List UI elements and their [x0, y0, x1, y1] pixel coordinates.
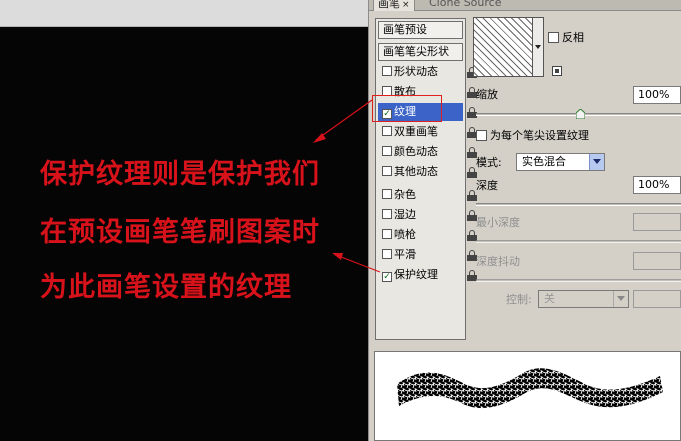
control-select[interactable]: 关	[538, 290, 629, 308]
min-depth-label: 最小深度	[476, 216, 520, 229]
list-item-smoothing[interactable]: 平滑	[378, 246, 463, 264]
control-label: 控制:	[506, 293, 532, 306]
list-item-label: 颜色动态	[394, 145, 438, 158]
texture-highlight-box	[372, 95, 442, 122]
list-item-shape-dynamics[interactable]: 形状动态	[378, 63, 463, 81]
depth-field[interactable]: 100%	[633, 176, 681, 194]
checkbox-airbrush[interactable]	[382, 229, 392, 239]
checkbox-smoothing[interactable]	[382, 249, 392, 259]
mode-select-value: 实色混合	[522, 155, 566, 168]
mode-label: 模式:	[476, 156, 502, 169]
brush-presets-button[interactable]: 画笔预设	[378, 21, 463, 39]
invert-checkbox[interactable]	[548, 32, 559, 43]
texture-pattern-thumbnail[interactable]	[473, 17, 533, 77]
brush-settings-list: 画笔预设 画笔笔尖形状 形状动态 散布 ✓ 纹理 双重画笔 颜色动态 其他动态 杂…	[375, 18, 477, 340]
list-item-label: 形状动态	[394, 65, 438, 78]
control-select-value: 关	[544, 292, 555, 305]
panel-tab-bar: 画笔 × Clone Source	[369, 0, 681, 11]
checkbox-dual-brush[interactable]	[382, 126, 392, 136]
min-depth-field[interactable]	[633, 213, 681, 231]
tab-brushes[interactable]: 画笔 ×	[373, 0, 415, 11]
checkbox-color-dynamics[interactable]	[382, 146, 392, 156]
control-extra-field[interactable]	[633, 290, 681, 308]
checkbox-noise[interactable]	[382, 189, 392, 199]
list-item-label: 其他动态	[394, 165, 438, 178]
list-item-label: 喷枪	[394, 228, 416, 241]
chevron-down-icon[interactable]	[589, 154, 604, 170]
scale-label: 缩放	[476, 88, 498, 101]
list-item-label: 湿边	[394, 208, 416, 221]
brush-stroke-preview	[374, 351, 681, 441]
depth-jitter-slider[interactable]	[476, 279, 681, 282]
each-tip-label: 为每个笔尖设置纹理	[490, 129, 589, 142]
list-item-label: 保护纹理	[394, 268, 438, 281]
brush-stroke-graphic	[397, 368, 663, 409]
list-item-noise[interactable]: 杂色	[378, 186, 463, 204]
each-tip-checkbox[interactable]	[476, 130, 487, 141]
list-item-dual-brush[interactable]: 双重画笔	[378, 123, 463, 141]
list-item-label: 平滑	[394, 248, 416, 261]
depth-jitter-label: 深度抖动	[476, 255, 520, 268]
annotation-line-1: 保护纹理则是保护我们	[40, 159, 320, 190]
invert-label: 反相	[562, 31, 584, 44]
depth-label: 深度	[476, 179, 498, 192]
annotation-line-3: 为此画笔设置的纹理	[40, 272, 292, 303]
list-item-protect-texture[interactable]: ✓ 保护纹理	[378, 266, 463, 284]
close-icon[interactable]: ×	[402, 0, 410, 10]
tab-clone-source[interactable]: Clone Source	[425, 0, 505, 11]
scale-field[interactable]: 100%	[633, 86, 681, 104]
depth-jitter-field[interactable]	[633, 252, 681, 270]
annotation-line-2: 在预设画笔笔刷图案时	[40, 217, 320, 248]
checkbox-wet-edges[interactable]	[382, 209, 392, 219]
list-item-airbrush[interactable]: 喷枪	[378, 226, 463, 244]
chevron-down-icon[interactable]	[613, 291, 628, 307]
depth-slider[interactable]	[476, 203, 681, 206]
canvas-top-strip	[0, 0, 370, 27]
checkbox-shape-dynamics[interactable]	[382, 66, 392, 76]
new-preset-icon[interactable]	[552, 66, 562, 76]
checkbox-other-dynamics[interactable]	[382, 166, 392, 176]
pattern-picker-dropdown[interactable]	[533, 17, 544, 77]
min-depth-slider[interactable]	[476, 240, 681, 243]
list-item-color-dynamics[interactable]: 颜色动态	[378, 143, 463, 161]
checkbox-protect-texture[interactable]: ✓	[382, 272, 392, 282]
list-item-wet-edges[interactable]: 湿边	[378, 206, 463, 224]
scale-slider-thumb[interactable]	[576, 109, 585, 119]
brush-tip-shape-button[interactable]: 画笔笔尖形状	[378, 43, 463, 61]
list-item-other-dynamics[interactable]: 其他动态	[378, 163, 463, 181]
list-item-label: 杂色	[394, 188, 416, 201]
tab-brushes-label: 画笔	[378, 0, 400, 10]
list-item-label: 双重画笔	[394, 125, 438, 138]
mode-select[interactable]: 实色混合	[516, 153, 605, 171]
